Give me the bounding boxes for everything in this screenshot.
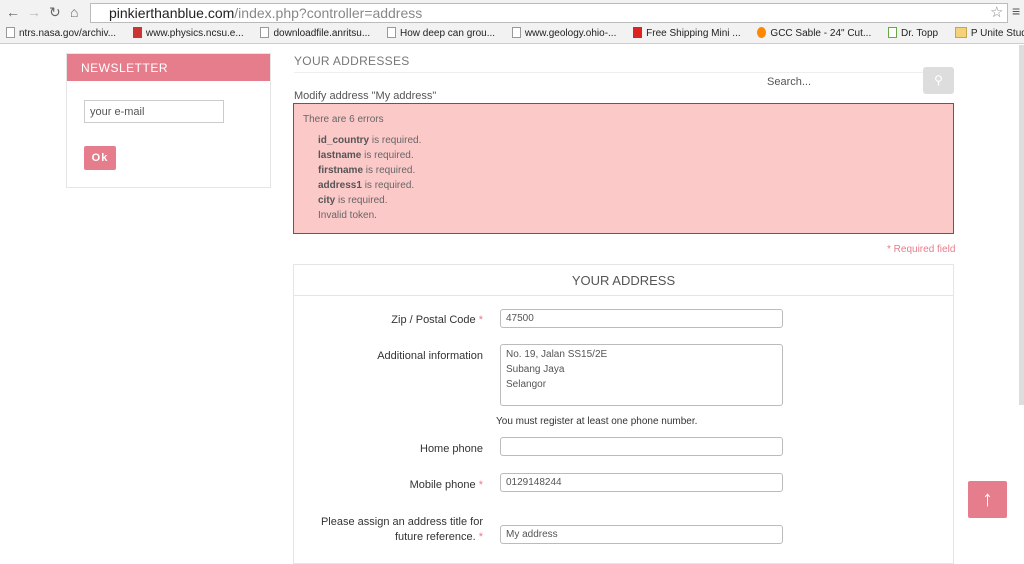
site-icon bbox=[132, 27, 142, 38]
mobile-phone-input[interactable] bbox=[500, 473, 783, 492]
error-count: There are 6 errors bbox=[303, 114, 384, 125]
bookmark-label: GCC Sable - 24" Cut... bbox=[770, 28, 872, 39]
page-icon bbox=[511, 27, 521, 38]
page-icon bbox=[6, 27, 15, 38]
bookmark-star-icon[interactable]: ☆ bbox=[990, 3, 1003, 21]
bookmark[interactable]: www.geology.ohio-... bbox=[511, 25, 617, 43]
alias-input[interactable] bbox=[500, 525, 783, 544]
bookmark-label: Dr. Topp bbox=[901, 28, 939, 39]
zip-input[interactable] bbox=[500, 309, 783, 328]
bookmark[interactable]: www.physics.ncsu.e... bbox=[132, 25, 244, 43]
search-button[interactable]: ⚲ bbox=[923, 67, 954, 94]
error-box: There are 6 errors id_country is require… bbox=[293, 103, 954, 234]
error-item: firstname is required. bbox=[318, 165, 416, 176]
url-path: /index.php?controller=address bbox=[234, 5, 423, 21]
scroll-to-top-button[interactable]: ↑ bbox=[968, 481, 1007, 518]
site-icon bbox=[888, 27, 898, 38]
forward-icon[interactable]: → bbox=[27, 4, 41, 20]
bookmark[interactable]: P Unite Studio bbox=[954, 25, 1024, 43]
home-icon[interactable]: ⌂ bbox=[70, 4, 78, 20]
bookmark-label: www.geology.ohio-... bbox=[524, 28, 617, 39]
address-bar[interactable]: pinkierthanblue.com/index.php?controller… bbox=[90, 3, 1008, 23]
menu-icon[interactable]: ≡ bbox=[1012, 3, 1020, 19]
cart-icon bbox=[633, 27, 643, 38]
url-domain: pinkierthanblue.com bbox=[109, 5, 235, 21]
mobile-phone-label: Mobile phone * bbox=[409, 479, 483, 491]
bookmark[interactable]: ntrs.nasa.gov/archiv... bbox=[6, 25, 116, 43]
error-item: lastname is required. bbox=[318, 150, 414, 161]
address-form: YOUR ADDRESS Zip / Postal Code * Additio… bbox=[293, 264, 954, 564]
home-phone-label: Home phone bbox=[420, 443, 483, 455]
error-item: city is required. bbox=[318, 195, 388, 206]
bookmark-label: ntrs.nasa.gov/archiv... bbox=[19, 28, 117, 39]
page-icon bbox=[260, 27, 270, 38]
alias-label: Please assign an address title for futur… bbox=[320, 516, 483, 543]
search-icon: ⚲ bbox=[934, 73, 943, 87]
page-title: YOUR ADDRESSES bbox=[294, 54, 410, 68]
error-item: Invalid token. bbox=[318, 210, 377, 221]
form-title: YOUR ADDRESS bbox=[294, 265, 953, 296]
bookmark-label: P Unite Studio bbox=[970, 28, 1024, 39]
bookmarks-bar: ntrs.nasa.gov/archiv... www.physics.ncsu… bbox=[0, 25, 1024, 44]
back-icon[interactable]: ← bbox=[6, 4, 20, 20]
newsletter-ok-button[interactable]: Ok bbox=[84, 146, 116, 170]
phone-note: You must register at least one phone num… bbox=[496, 416, 698, 427]
page-icon bbox=[386, 27, 396, 38]
additional-info-label: Additional information bbox=[377, 350, 483, 362]
bookmark[interactable]: downloadfile.anritsu... bbox=[260, 25, 370, 43]
arrow-up-icon: ↑ bbox=[982, 486, 993, 511]
error-item: id_country is required. bbox=[318, 135, 422, 146]
bookmark[interactable]: Free Shipping Mini ... bbox=[633, 25, 741, 43]
bookmark-label: Free Shipping Mini ... bbox=[646, 28, 741, 39]
bookmark-label: downloadfile.anritsu... bbox=[273, 28, 371, 39]
bookmark[interactable]: GCC Sable - 24" Cut... bbox=[757, 25, 871, 43]
additional-info-textarea[interactable]: No. 19, Jalan SS15/2E Subang Jaya Selang… bbox=[500, 344, 783, 406]
newsletter-title: NEWSLETTER bbox=[67, 54, 270, 81]
error-item: address1 is required. bbox=[318, 180, 415, 191]
newsletter-block: NEWSLETTER Ok bbox=[66, 53, 271, 188]
newsletter-email-input[interactable] bbox=[84, 100, 224, 123]
folder-icon bbox=[954, 27, 967, 38]
search-input[interactable]: Search... bbox=[767, 76, 811, 88]
home-phone-input[interactable] bbox=[500, 437, 783, 456]
bookmark[interactable]: Dr. Topp bbox=[888, 25, 938, 43]
zip-label: Zip / Postal Code * bbox=[391, 314, 483, 326]
bookmark-label: How deep can grou... bbox=[399, 28, 496, 39]
modify-address-heading: Modify address "My address" bbox=[294, 90, 437, 102]
scrollbar[interactable] bbox=[1019, 45, 1024, 405]
bookmark-label: www.physics.ncsu.e... bbox=[145, 28, 244, 39]
divider bbox=[294, 72, 954, 73]
required-field-note: * Required field bbox=[887, 244, 956, 255]
reload-icon[interactable]: ↻ bbox=[49, 4, 61, 21]
bookmark[interactable]: How deep can grou... bbox=[386, 25, 496, 43]
power-icon bbox=[757, 27, 767, 38]
